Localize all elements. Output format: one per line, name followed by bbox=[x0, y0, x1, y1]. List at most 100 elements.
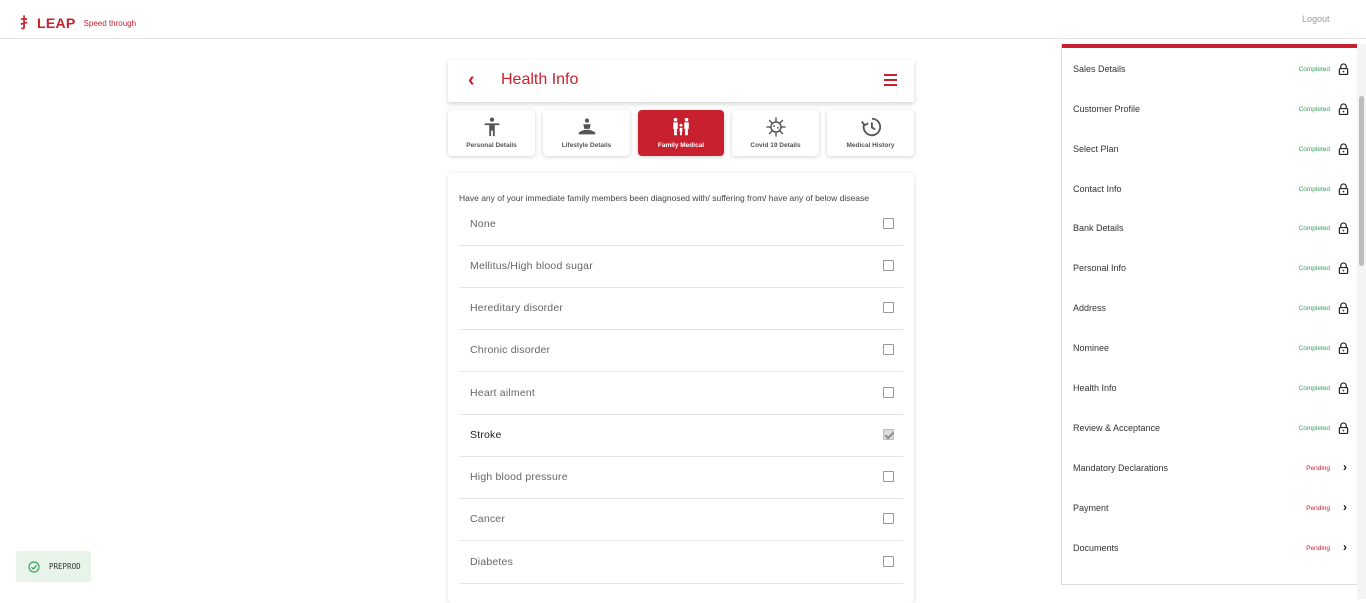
lock-icon bbox=[1338, 183, 1349, 195]
lock-icon bbox=[1338, 103, 1349, 115]
tab-medical-history[interactable]: Medical History bbox=[827, 110, 914, 156]
tab-personal-details[interactable]: Personal Details bbox=[448, 110, 535, 156]
family-medical-form: Have any of your immediate family member… bbox=[448, 173, 914, 603]
tab-label: Personal Details bbox=[466, 142, 517, 149]
sidebar-item-health-info[interactable]: Health Info Completed bbox=[1062, 368, 1358, 408]
sidebar-item-label: Mandatory Declarations bbox=[1073, 463, 1169, 473]
checkbox[interactable] bbox=[883, 218, 894, 229]
environment-badge: PREPROD bbox=[16, 551, 91, 582]
tab-label: Medical History bbox=[846, 142, 895, 149]
top-bar: ⺘ LEAP Speed through Logout bbox=[0, 0, 1366, 39]
status-badge: Completed bbox=[1298, 146, 1330, 153]
sidebar-item-label: Documents bbox=[1073, 543, 1119, 553]
sidebar-item-label: Personal Info bbox=[1073, 263, 1127, 273]
option-label: Cancer bbox=[470, 513, 506, 525]
sidebar-item-personal-info[interactable]: Personal Info Completed bbox=[1062, 248, 1358, 288]
status-badge: Pending bbox=[1306, 545, 1330, 552]
tab-label: Lifestyle Details bbox=[561, 142, 612, 149]
sidebar-item-sales-details[interactable]: Sales Details Completed bbox=[1062, 49, 1358, 89]
option-label: Stroke bbox=[470, 429, 502, 441]
option-hereditary-disorder[interactable]: Hereditary disorder bbox=[459, 288, 903, 330]
checkbox[interactable] bbox=[883, 387, 894, 398]
health-tabs: Personal Details Lifestyle Details Famil… bbox=[448, 110, 914, 156]
option-cancer[interactable]: Cancer bbox=[459, 499, 903, 541]
sidebar-item-mandatory-declarations[interactable]: Mandatory Declarations Pending › bbox=[1062, 448, 1358, 488]
checkbox[interactable] bbox=[883, 556, 894, 567]
sidebar-item-label: Nominee bbox=[1073, 343, 1110, 353]
checkbox-checked[interactable] bbox=[883, 429, 894, 440]
history-icon bbox=[860, 117, 881, 137]
status-badge: Completed bbox=[1298, 225, 1330, 232]
family-icon bbox=[673, 117, 689, 136]
status-badge: Completed bbox=[1298, 425, 1330, 432]
option-high-blood-pressure[interactable]: High blood pressure bbox=[459, 457, 903, 499]
sidebar-item-label: Contact Info bbox=[1073, 184, 1122, 194]
page-scrollbar[interactable] bbox=[1357, 44, 1366, 599]
checkbox[interactable] bbox=[883, 471, 894, 482]
option-mellitus[interactable]: Mellitus/High blood sugar bbox=[459, 246, 903, 288]
hamburger-menu-icon[interactable] bbox=[884, 74, 897, 86]
option-label: Hereditary disorder bbox=[470, 302, 564, 314]
checkbox[interactable] bbox=[883, 513, 894, 524]
tab-lifestyle-details[interactable]: Lifestyle Details bbox=[543, 110, 630, 156]
checkbox[interactable] bbox=[883, 260, 894, 271]
option-label: Chronic disorder bbox=[470, 344, 551, 356]
person-icon bbox=[484, 117, 499, 137]
tab-label: Family Medical bbox=[657, 142, 705, 149]
status-badge: Completed bbox=[1298, 265, 1330, 272]
sidebar-item-select-plan[interactable]: Select Plan Completed bbox=[1062, 129, 1358, 169]
status-badge: Completed bbox=[1298, 305, 1330, 312]
option-label: Diabetes bbox=[470, 556, 514, 568]
option-diabetes[interactable]: Diabetes bbox=[459, 542, 903, 584]
option-label: Heart ailment bbox=[470, 387, 536, 399]
sidebar-item-documents[interactable]: Documents Pending › bbox=[1062, 528, 1358, 568]
tab-family-medical[interactable]: Family Medical bbox=[638, 110, 724, 156]
environment-label: PREPROD bbox=[49, 562, 81, 571]
brand-name: LEAP bbox=[37, 15, 76, 31]
sidebar-item-bank-details[interactable]: Bank Details Completed bbox=[1062, 208, 1358, 248]
status-badge: Completed bbox=[1298, 106, 1330, 113]
option-label: Mellitus/High blood sugar bbox=[470, 260, 593, 272]
option-label: None bbox=[470, 218, 496, 230]
option-label: High blood pressure bbox=[470, 471, 568, 483]
status-badge: Completed bbox=[1298, 66, 1330, 73]
lock-icon bbox=[1338, 342, 1349, 354]
sidebar-item-address[interactable]: Address Completed bbox=[1062, 288, 1358, 328]
check-circle-icon bbox=[28, 561, 40, 573]
tab-covid-details[interactable]: Covid 19 Details bbox=[732, 110, 819, 156]
sidebar-item-label: Select Plan bbox=[1073, 144, 1119, 154]
logout-link[interactable]: Logout bbox=[1302, 14, 1330, 24]
sidebar-item-label: Address bbox=[1073, 303, 1107, 313]
logo[interactable]: ⺘ LEAP Speed through bbox=[20, 13, 136, 33]
sidebar-item-review-acceptance[interactable]: Review & Acceptance Completed bbox=[1062, 408, 1358, 448]
lock-icon bbox=[1338, 262, 1349, 274]
sidebar-item-label: Review & Acceptance bbox=[1073, 423, 1161, 433]
lock-icon bbox=[1338, 63, 1349, 75]
checkbox[interactable] bbox=[883, 302, 894, 313]
sidebar-item-label: Customer Profile bbox=[1073, 104, 1141, 114]
sidebar-item-customer-profile[interactable]: Customer Profile Completed bbox=[1062, 89, 1358, 129]
brand-tagline: Speed through bbox=[83, 18, 137, 28]
option-heart-ailment[interactable]: Heart ailment bbox=[459, 373, 903, 415]
sidebar-item-nominee[interactable]: Nominee Completed bbox=[1062, 328, 1358, 368]
sidebar-item-label: Sales Details bbox=[1073, 64, 1126, 74]
checkbox[interactable] bbox=[883, 344, 894, 355]
progress-sidebar: Sales Details Completed Customer Profile… bbox=[1061, 44, 1358, 585]
lock-icon bbox=[1338, 382, 1349, 394]
sidebar-item-label: Health Info bbox=[1073, 383, 1117, 393]
option-stroke[interactable]: Stroke bbox=[459, 415, 903, 457]
chevron-right-icon: › bbox=[1343, 540, 1347, 554]
sidebar-item-payment[interactable]: Payment Pending › bbox=[1062, 488, 1358, 528]
scrollbar-thumb[interactable] bbox=[1359, 96, 1364, 266]
back-arrow-icon[interactable]: ‹ bbox=[468, 69, 475, 92]
virus-icon bbox=[765, 117, 786, 137]
chevron-right-icon: › bbox=[1343, 460, 1347, 474]
section-header: ‹ Health Info bbox=[448, 60, 914, 102]
sidebar-item-contact-info[interactable]: Contact Info Completed bbox=[1062, 169, 1358, 209]
meditation-icon bbox=[578, 118, 595, 135]
tab-label: Covid 19 Details bbox=[750, 142, 801, 149]
chevron-right-icon: › bbox=[1343, 500, 1347, 514]
option-chronic-disorder[interactable]: Chronic disorder bbox=[459, 330, 903, 372]
lock-icon bbox=[1338, 222, 1349, 234]
option-none[interactable]: None bbox=[459, 204, 903, 246]
